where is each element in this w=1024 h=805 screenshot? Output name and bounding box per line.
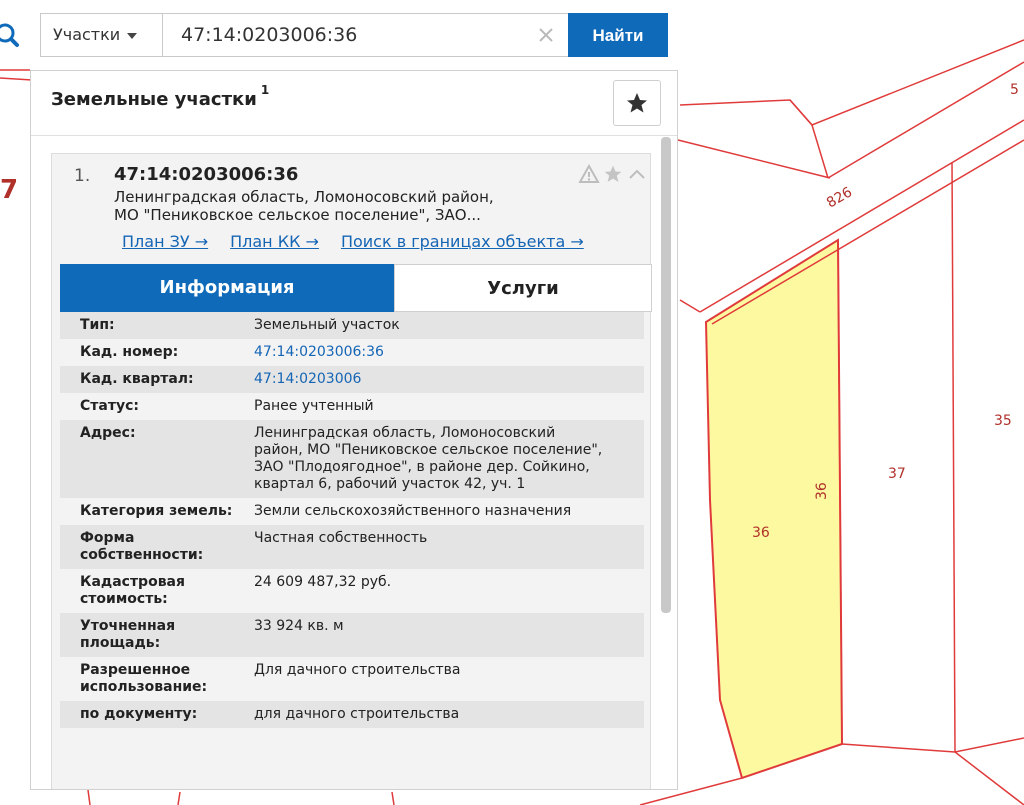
clear-icon[interactable] xyxy=(535,24,557,46)
map-label-edge-left: 7 xyxy=(0,175,18,205)
info-label: Тип: xyxy=(80,317,115,333)
info-label: Категория земель: xyxy=(80,503,233,519)
search-icon[interactable] xyxy=(0,14,26,56)
info-value: 33 924 кв. м xyxy=(254,618,344,634)
info-value: Частная собственность xyxy=(254,530,428,546)
result-address-line-2: МО "Пениковское сельское поселение", ЗАО… xyxy=(114,206,481,224)
info-row: по документу: для дачного строительства xyxy=(60,701,644,728)
map-label-parcel-36-side: 36 xyxy=(814,482,830,500)
info-label: Уточненная площадь: xyxy=(80,618,176,651)
caret-down-icon xyxy=(127,32,138,39)
map-label-edge-top: 5 xyxy=(1010,82,1019,98)
info-row: Статус: Ранее учтенный xyxy=(60,393,644,420)
info-value: Земли сельскохозяйственного назначения xyxy=(254,503,572,519)
link-plan-zu[interactable]: План ЗУ → xyxy=(122,232,208,251)
info-row: Форма собственности: Частная собственнос… xyxy=(60,525,644,569)
tab-services[interactable]: Услуги xyxy=(394,264,652,312)
result-actions xyxy=(578,164,648,184)
result-tabs: Информация Услуги xyxy=(60,264,652,312)
info-label: Статус: xyxy=(80,398,139,414)
info-label: Кадастровая стоимость: xyxy=(80,574,185,607)
info-label: Кад. квартал: xyxy=(80,371,194,387)
panel-title-text: Земельные участки xyxy=(51,89,257,110)
info-value: для дачного строительства xyxy=(254,706,460,722)
favorites-button[interactable] xyxy=(613,80,661,126)
info-label: Форма собственности: xyxy=(80,530,204,563)
info-row: Кад. квартал: 47:14:0203006 xyxy=(60,366,644,393)
panel-title: Земельные участки 1 xyxy=(51,83,269,110)
search-input[interactable] xyxy=(181,22,521,48)
panel-scrollbar[interactable] xyxy=(661,137,671,613)
tab-info[interactable]: Информация xyxy=(60,264,394,312)
info-label: Разрешенное использование: xyxy=(80,662,208,695)
link-plan-kk[interactable]: План КК → xyxy=(230,232,319,251)
info-row: Разрешенное использование: Для дачного с… xyxy=(60,657,644,701)
chevron-up-icon[interactable] xyxy=(626,164,648,184)
info-table: Тип: Земельный участок Кад. номер: 47:14… xyxy=(60,312,644,728)
panel-header: Земельные участки 1 xyxy=(31,71,677,136)
info-row: Кадастровая стоимость: 24 609 487,32 руб… xyxy=(60,569,644,613)
info-label: по документу: xyxy=(80,706,198,722)
info-value: Ранее учтенный xyxy=(254,398,374,414)
result-index: 1. xyxy=(74,166,91,186)
result-count: 1 xyxy=(260,83,270,97)
result-address-line-1: Ленинградская область, Ломоносовский рай… xyxy=(114,188,494,206)
info-row: Адрес: Ленинградская область, Ломоносовс… xyxy=(60,420,644,498)
info-row: Категория земель: Земли сельскохозяйстве… xyxy=(60,498,644,525)
info-value: Ленинградская область, Ломоносовский рай… xyxy=(254,425,603,492)
map-label-parcel-37: 37 xyxy=(888,466,906,482)
result-cad-number[interactable]: 47:14:0203006:36 xyxy=(114,164,298,185)
search-type-dropdown[interactable]: Участки xyxy=(41,14,163,56)
search-bar: Участки Найти xyxy=(40,13,668,57)
info-value: 24 609 487,32 руб. xyxy=(254,574,392,590)
result-links: План ЗУ → План КК → Поиск в границах объ… xyxy=(122,232,584,251)
info-value-link[interactable]: 47:14:0203006 xyxy=(254,371,634,388)
info-label: Кад. номер: xyxy=(80,344,179,360)
search-type-label: Участки xyxy=(53,25,121,44)
results-panel: Земельные участки 1 1. 47:14:0203006:36 Л… xyxy=(30,70,678,790)
map-label-parcel-36: 36 xyxy=(752,525,770,541)
info-value: Земельный участок xyxy=(254,317,400,333)
info-row: Тип: Земельный участок xyxy=(60,312,644,339)
info-value: Для дачного строительства xyxy=(254,662,461,678)
warning-icon[interactable] xyxy=(578,164,600,184)
find-button[interactable]: Найти xyxy=(568,13,668,57)
star-icon xyxy=(627,93,647,113)
result-address: Ленинградская область, Ломоносовский рай… xyxy=(114,188,514,224)
info-value-link[interactable]: 47:14:0203006:36 xyxy=(254,344,634,361)
link-search-in-bounds[interactable]: Поиск в границах объекта → xyxy=(341,232,584,251)
result-card[interactable]: 1. 47:14:0203006:36 Ленинградская област… xyxy=(51,153,652,789)
star-icon[interactable] xyxy=(602,164,624,184)
highlighted-parcel[interactable] xyxy=(704,238,844,780)
info-row: Кад. номер: 47:14:0203006:36 xyxy=(60,339,644,366)
info-label: Адрес: xyxy=(80,425,136,441)
map-label-parcel-35: 35 xyxy=(994,413,1012,429)
info-row: Уточненная площадь: 33 924 кв. м xyxy=(60,613,644,657)
